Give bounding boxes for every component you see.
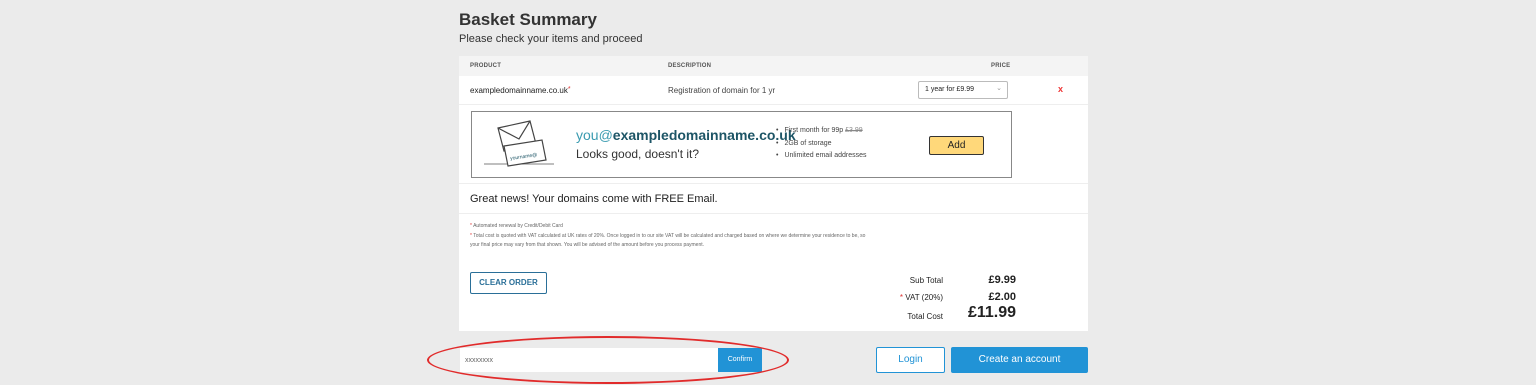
remove-item-button[interactable]: x (1058, 84, 1063, 94)
create-account-button[interactable]: Create an account (951, 347, 1088, 373)
clear-order-button[interactable]: CLEAR ORDER (470, 272, 547, 294)
voucher-field[interactable] (460, 348, 718, 372)
email-promo-box: yourname@ you@exampledomainname.co.uk Lo… (471, 111, 1012, 178)
footnote-vat-text: Total cost is quoted with VAT calculated… (470, 232, 866, 249)
promo-feature-price-text: First month for 99p (784, 127, 844, 134)
subtotal-label: Sub Total (909, 276, 943, 285)
vat-label: * VAT (20%) (853, 293, 943, 302)
footnote-renewal-text: Automated renewal by Credit/Debit Card (473, 223, 563, 229)
product-description: Registration of domain for 1 yr (668, 86, 776, 95)
login-button[interactable]: Login (876, 347, 945, 373)
total-cost-label: Total Cost (907, 312, 943, 321)
divider (459, 213, 1088, 214)
free-email-notice: Great news! Your domains come with FREE … (470, 193, 718, 205)
promo-feature-addresses: Unlimited email addresses (776, 150, 866, 163)
chevron-down-icon: ⌄ (996, 85, 1002, 92)
subtotal-value: £9.99 (988, 274, 1016, 286)
vat-value: £2.00 (988, 291, 1016, 303)
column-header-product: PRODUCT (470, 63, 502, 69)
promo-email-domain: exampledomainname.co.uk (612, 127, 796, 143)
product-name-text: exampledomainname.co.uk (470, 86, 568, 95)
table-header: PRODUCT DESCRIPTION PRICE (459, 56, 1088, 76)
price-term-value: 1 year for £9.99 (925, 86, 975, 93)
vat-label-text: VAT (20%) (905, 293, 943, 302)
promo-old-price: £3.99 (845, 127, 863, 134)
voucher-input[interactable] (460, 348, 717, 372)
promo-email-address: you@exampledomainname.co.uk (576, 127, 796, 143)
add-email-button[interactable]: Add (929, 136, 984, 155)
footnote-renewal: * Automated renewal by Credit/Debit Card (470, 222, 870, 232)
promo-feature-price: First month for 99p £3.99 (776, 125, 867, 138)
product-asterisk: * (567, 86, 571, 93)
column-header-description: DESCRIPTION (668, 63, 712, 69)
price-term-select[interactable]: 1 year for £9.99 ⌄ (918, 81, 1008, 99)
envelope-icon: yourname@ (484, 120, 554, 167)
column-header-price: PRICE (991, 63, 1011, 69)
page-subtitle: Please check your items and proceed (459, 33, 643, 45)
product-name: exampledomainname.co.uk* (470, 86, 571, 95)
footnote-marker: * (470, 223, 472, 229)
footnotes: * Automated renewal by Credit/Debit Card… (470, 222, 870, 251)
footnote-marker: * (470, 232, 472, 239)
vat-asterisk: * (899, 293, 903, 302)
confirm-button[interactable]: Confirm (718, 348, 762, 372)
total-cost-value: £11.99 (967, 304, 1016, 321)
page-title: Basket Summary (459, 10, 597, 29)
promo-features: First month for 99p £3.99 2GB of storage… (776, 125, 867, 163)
promo-tagline: Looks good, doesn't it? (576, 147, 700, 161)
footnote-vat: * Total cost is quoted with VAT calculat… (470, 232, 870, 251)
divider (459, 183, 1088, 184)
promo-feature-storage: 2GB of storage (776, 138, 867, 151)
table-row: exampledomainname.co.uk* Registration of… (459, 76, 1088, 105)
promo-email-prefix: you@ (576, 127, 613, 143)
